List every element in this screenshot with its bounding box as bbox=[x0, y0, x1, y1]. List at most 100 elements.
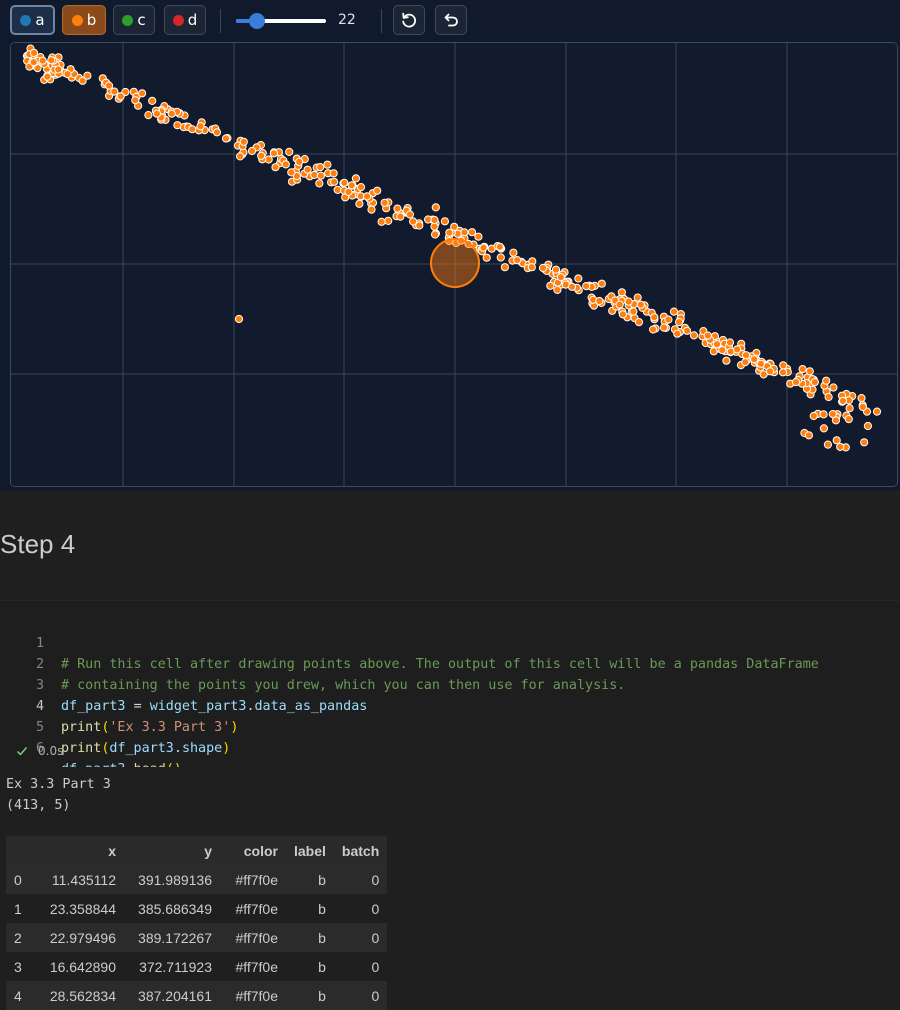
data-point bbox=[809, 411, 818, 421]
data-point bbox=[396, 212, 405, 221]
data-point bbox=[857, 394, 866, 403]
scatter-plot[interactable] bbox=[11, 43, 898, 487]
data-point bbox=[415, 221, 424, 230]
table-cell: 0 bbox=[333, 865, 388, 894]
data-point bbox=[832, 436, 841, 445]
data-point bbox=[546, 281, 555, 290]
data-point bbox=[234, 314, 244, 324]
slider-thumb[interactable] bbox=[249, 13, 265, 29]
column-header bbox=[6, 836, 38, 865]
data-point bbox=[741, 358, 750, 367]
brush-cursor bbox=[430, 238, 480, 288]
label-b-color-dot bbox=[71, 14, 83, 26]
data-point bbox=[450, 222, 459, 231]
data-point bbox=[287, 168, 296, 177]
table-cell: #ff7f0e bbox=[220, 923, 286, 952]
table-cell: b bbox=[286, 952, 334, 981]
data-point bbox=[54, 65, 63, 74]
data-point bbox=[634, 318, 644, 327]
table-cell: 11.435112 bbox=[38, 865, 124, 894]
table-cell: 16.642890 bbox=[38, 952, 124, 981]
label-d-button[interactable]: d bbox=[164, 5, 206, 35]
data-point bbox=[725, 338, 735, 347]
data-point bbox=[351, 174, 360, 183]
data-point bbox=[567, 282, 577, 291]
code-line: 2 # containing the points you drew, whic… bbox=[0, 633, 900, 693]
data-point bbox=[310, 170, 319, 179]
code-line: 3 df_part3 = widget_part3.data_as_pandas bbox=[0, 654, 900, 714]
table-row: 3 16.642890 372.711923 #ff7f0e b 0 bbox=[6, 952, 388, 981]
data-point bbox=[500, 263, 509, 272]
data-point bbox=[83, 71, 92, 80]
data-point bbox=[271, 163, 280, 172]
data-point bbox=[303, 165, 312, 174]
table-cell: 0 bbox=[333, 981, 388, 1010]
table-cell: #ff7f0e bbox=[220, 865, 286, 894]
data-point bbox=[344, 187, 353, 196]
data-point bbox=[367, 205, 376, 214]
table-cell: 385.686349 bbox=[124, 894, 220, 923]
undo-button[interactable] bbox=[435, 5, 467, 35]
data-point bbox=[822, 376, 831, 385]
data-point bbox=[196, 122, 205, 131]
label-c-text: c bbox=[137, 11, 146, 29]
table-cell: 391.989136 bbox=[124, 865, 220, 894]
data-point bbox=[38, 56, 47, 65]
data-point bbox=[824, 392, 833, 402]
table-cell: b bbox=[286, 981, 334, 1010]
reset-button[interactable] bbox=[393, 5, 425, 35]
table-header-row: x y color label batch bbox=[6, 836, 388, 865]
table-cell: #ff7f0e bbox=[220, 894, 286, 923]
data-point bbox=[431, 203, 440, 212]
data-point bbox=[405, 210, 414, 219]
data-point bbox=[819, 410, 828, 419]
data-point bbox=[47, 56, 56, 65]
output-line: (413, 5) bbox=[6, 798, 71, 813]
data-point bbox=[650, 313, 659, 322]
data-point bbox=[669, 307, 679, 316]
data-point bbox=[496, 253, 505, 262]
data-point bbox=[741, 351, 751, 360]
data-point bbox=[495, 242, 504, 251]
data-point bbox=[805, 367, 814, 376]
label-b-button[interactable]: b bbox=[62, 5, 106, 35]
row-index: 0 bbox=[6, 865, 38, 894]
data-point bbox=[110, 87, 119, 96]
row-index: 4 bbox=[6, 981, 38, 1010]
code-cell[interactable]: 1 # Run this cell after drawing points a… bbox=[0, 600, 900, 777]
data-point bbox=[872, 407, 882, 416]
data-point bbox=[509, 248, 518, 257]
data-point bbox=[618, 310, 628, 319]
data-point bbox=[836, 442, 845, 451]
code-line: 1 # Run this cell after drawing points a… bbox=[0, 612, 900, 672]
brush-size-slider[interactable] bbox=[236, 13, 328, 29]
data-point bbox=[617, 288, 627, 297]
table-cell: 0 bbox=[333, 923, 388, 952]
table-row: 0 11.435112 391.989136 #ff7f0e b 0 bbox=[6, 865, 388, 894]
data-point bbox=[482, 253, 491, 262]
data-point bbox=[239, 137, 248, 146]
data-point bbox=[384, 216, 393, 225]
data-point bbox=[138, 89, 147, 98]
data-point bbox=[829, 383, 838, 392]
rotate-ccw-icon bbox=[402, 12, 417, 28]
data-point bbox=[373, 186, 382, 195]
data-point bbox=[467, 228, 477, 237]
label-a-button[interactable]: a bbox=[10, 5, 55, 35]
label-c-button[interactable]: c bbox=[113, 5, 155, 35]
data-point bbox=[148, 96, 157, 106]
execution-status: 0.0s bbox=[16, 744, 63, 758]
data-point bbox=[624, 297, 633, 306]
data-point bbox=[330, 177, 339, 186]
data-point bbox=[393, 204, 402, 213]
data-point bbox=[582, 282, 591, 291]
data-point bbox=[765, 367, 775, 376]
table-cell: #ff7f0e bbox=[220, 952, 286, 981]
data-point bbox=[779, 361, 788, 370]
drawing-canvas[interactable] bbox=[10, 42, 898, 487]
check-icon bbox=[17, 747, 28, 756]
data-point bbox=[474, 232, 483, 241]
table-cell: 389.172267 bbox=[124, 923, 220, 952]
data-point bbox=[152, 109, 161, 118]
label-a-text: a bbox=[35, 11, 45, 29]
